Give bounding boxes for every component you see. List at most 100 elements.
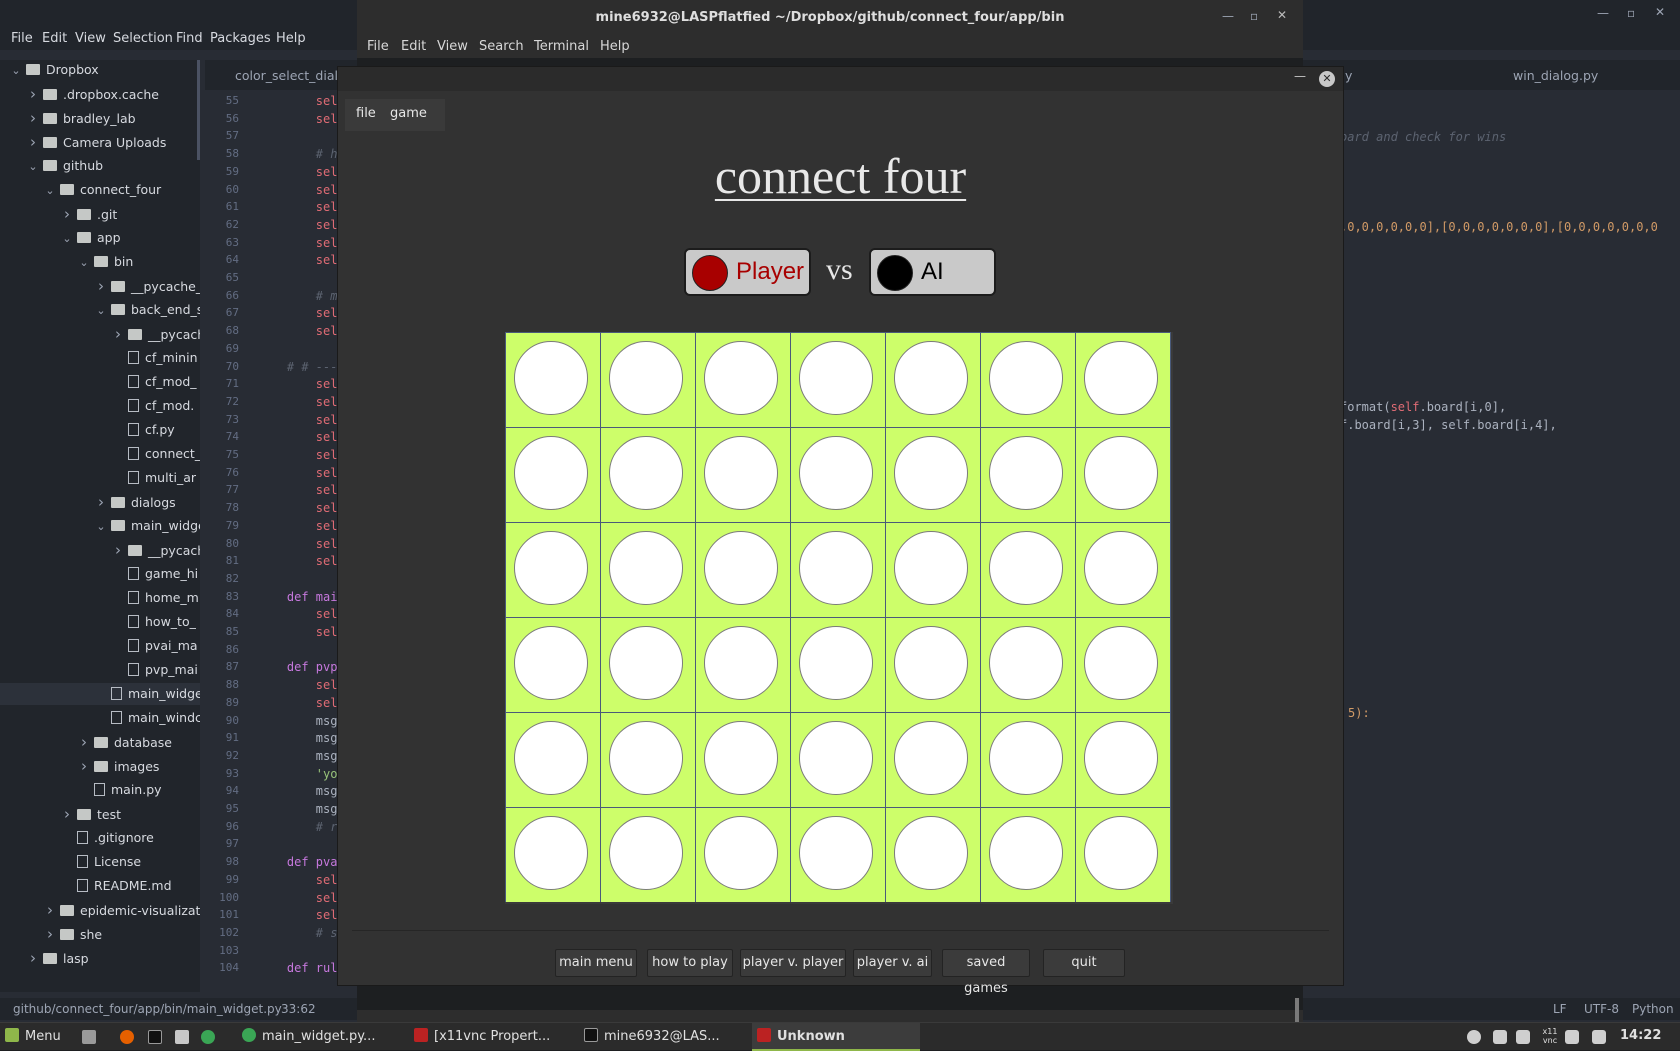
board-cell[interactable] bbox=[506, 333, 600, 427]
x11vnc-tray-icon[interactable]: x11 vnc bbox=[1540, 1027, 1560, 1045]
board-cell[interactable] bbox=[886, 333, 980, 427]
board-cell[interactable] bbox=[791, 523, 885, 617]
empty-slot[interactable] bbox=[609, 436, 683, 510]
terminal-launcher-icon[interactable] bbox=[148, 1030, 162, 1044]
tree-file[interactable]: cf_mod. bbox=[0, 395, 200, 417]
board-cell[interactable] bbox=[696, 333, 790, 427]
tree-folder[interactable]: ⌄ github bbox=[0, 155, 200, 177]
status-line-ending[interactable]: LF bbox=[1553, 1002, 1567, 1016]
tree-folder[interactable]: ⌄ connect_four bbox=[0, 179, 200, 201]
chrome-icon[interactable] bbox=[201, 1030, 215, 1044]
empty-slot[interactable] bbox=[989, 816, 1063, 890]
board-cell[interactable] bbox=[791, 618, 885, 712]
menu-packages[interactable]: Packages bbox=[210, 31, 271, 46]
empty-slot[interactable] bbox=[989, 531, 1063, 605]
tree-file[interactable]: game_hi bbox=[0, 563, 200, 585]
board-cell[interactable] bbox=[791, 808, 885, 902]
menu-help[interactable]: Help bbox=[276, 31, 306, 46]
board-cell[interactable] bbox=[1076, 333, 1170, 427]
tree-folder[interactable]: › test bbox=[0, 803, 200, 825]
status-file-path[interactable]: github/connect_four/app/bin/main_widget.… bbox=[13, 1002, 282, 1016]
menu-selection[interactable]: Selection bbox=[113, 31, 173, 46]
dropbox-icon[interactable] bbox=[1592, 1030, 1606, 1044]
show-desktop-icon[interactable] bbox=[82, 1030, 96, 1044]
player-v-ai-button[interactable]: player v. ai bbox=[853, 949, 932, 977]
board-cell[interactable] bbox=[696, 713, 790, 807]
board-cell[interactable] bbox=[506, 713, 600, 807]
board-cell[interactable] bbox=[696, 523, 790, 617]
empty-slot[interactable] bbox=[989, 436, 1063, 510]
empty-slot[interactable] bbox=[704, 341, 778, 415]
board-cell[interactable] bbox=[1076, 713, 1170, 807]
tree-folder[interactable]: › epidemic-visualizatio bbox=[0, 899, 200, 921]
empty-slot[interactable] bbox=[514, 816, 588, 890]
network-icon[interactable] bbox=[1493, 1030, 1507, 1044]
status-encoding[interactable]: UTF-8 bbox=[1584, 1002, 1619, 1016]
tree-folder[interactable]: ⌄ main_widge bbox=[0, 515, 200, 537]
empty-slot[interactable] bbox=[1084, 341, 1158, 415]
maximize-icon[interactable]: ▫ bbox=[1627, 6, 1635, 20]
start-menu-button[interactable]: Menu bbox=[5, 1028, 61, 1044]
tree-file[interactable]: pvp_mai bbox=[0, 659, 200, 681]
game-menu-game[interactable]: game bbox=[390, 106, 427, 121]
game-menu-file[interactable]: file bbox=[356, 106, 376, 121]
board-cell[interactable] bbox=[981, 523, 1075, 617]
empty-slot[interactable] bbox=[799, 721, 873, 795]
empty-slot[interactable] bbox=[894, 626, 968, 700]
empty-slot[interactable] bbox=[514, 436, 588, 510]
empty-slot[interactable] bbox=[894, 436, 968, 510]
tree-folder[interactable]: ⌄ bin bbox=[0, 251, 200, 273]
saved-games-button[interactable]: saved games bbox=[942, 949, 1030, 996]
empty-slot[interactable] bbox=[799, 436, 873, 510]
board-cell[interactable] bbox=[886, 713, 980, 807]
quit-button[interactable]: quit bbox=[1043, 949, 1125, 977]
minimize-icon[interactable]: — bbox=[1597, 6, 1609, 20]
empty-slot[interactable] bbox=[799, 531, 873, 605]
tree-folder[interactable]: › __pycach bbox=[0, 539, 200, 561]
tree-file[interactable]: pvai_ma bbox=[0, 635, 200, 657]
board-cell[interactable] bbox=[886, 808, 980, 902]
empty-slot[interactable] bbox=[609, 721, 683, 795]
board-cell[interactable] bbox=[601, 808, 695, 902]
menu-edit[interactable]: Edit bbox=[42, 31, 67, 46]
tree-folder[interactable]: › __pycache_ bbox=[0, 275, 200, 297]
board-cell[interactable] bbox=[981, 618, 1075, 712]
empty-slot[interactable] bbox=[609, 341, 683, 415]
tree-folder[interactable]: › bradley_lab bbox=[0, 107, 200, 129]
board-cell[interactable] bbox=[791, 713, 885, 807]
tree-file[interactable]: License bbox=[0, 851, 200, 873]
game-titlebar[interactable]: — ✕ bbox=[338, 67, 1343, 91]
tree-file[interactable]: home_m bbox=[0, 587, 200, 609]
tab-color-select-dialog[interactable]: color_select_dialo bbox=[235, 68, 346, 83]
files-icon[interactable] bbox=[175, 1030, 189, 1044]
tree-folder[interactable]: › __pycach bbox=[0, 323, 200, 345]
board-cell[interactable] bbox=[601, 428, 695, 522]
board-cell[interactable] bbox=[696, 618, 790, 712]
board-cell[interactable] bbox=[506, 523, 600, 617]
tree-file[interactable]: main_windc bbox=[0, 707, 200, 729]
tab-win-dialog[interactable]: win_dialog.py bbox=[1513, 68, 1598, 83]
empty-slot[interactable] bbox=[609, 816, 683, 890]
tree-folder[interactable]: › dialogs bbox=[0, 491, 200, 513]
board-cell[interactable] bbox=[791, 428, 885, 522]
game-minimize-icon[interactable]: — bbox=[1294, 69, 1306, 83]
empty-slot[interactable] bbox=[704, 816, 778, 890]
tree-folder[interactable]: › .dropbox.cache bbox=[0, 83, 200, 105]
terminal-menu-help[interactable]: Help bbox=[600, 39, 630, 54]
tree-file[interactable]: connect_ bbox=[0, 443, 200, 465]
tree-file[interactable]: main_widge bbox=[0, 683, 200, 705]
game-close-icon[interactable]: ✕ bbox=[1319, 71, 1335, 87]
menu-view[interactable]: View bbox=[75, 31, 106, 46]
empty-slot[interactable] bbox=[894, 816, 968, 890]
empty-slot[interactable] bbox=[989, 341, 1063, 415]
status-cursor-position[interactable]: 33:62 bbox=[281, 1002, 316, 1016]
tree-folder[interactable]: ⌄ app bbox=[0, 227, 200, 249]
board-cell[interactable] bbox=[1076, 428, 1170, 522]
empty-slot[interactable] bbox=[514, 341, 588, 415]
board-cell[interactable] bbox=[886, 618, 980, 712]
terminal-menu-file[interactable]: File bbox=[367, 39, 389, 54]
board-cell[interactable] bbox=[981, 428, 1075, 522]
board-cell[interactable] bbox=[506, 428, 600, 522]
empty-slot[interactable] bbox=[514, 531, 588, 605]
terminal-maximize-icon[interactable]: ▫ bbox=[1250, 9, 1258, 23]
